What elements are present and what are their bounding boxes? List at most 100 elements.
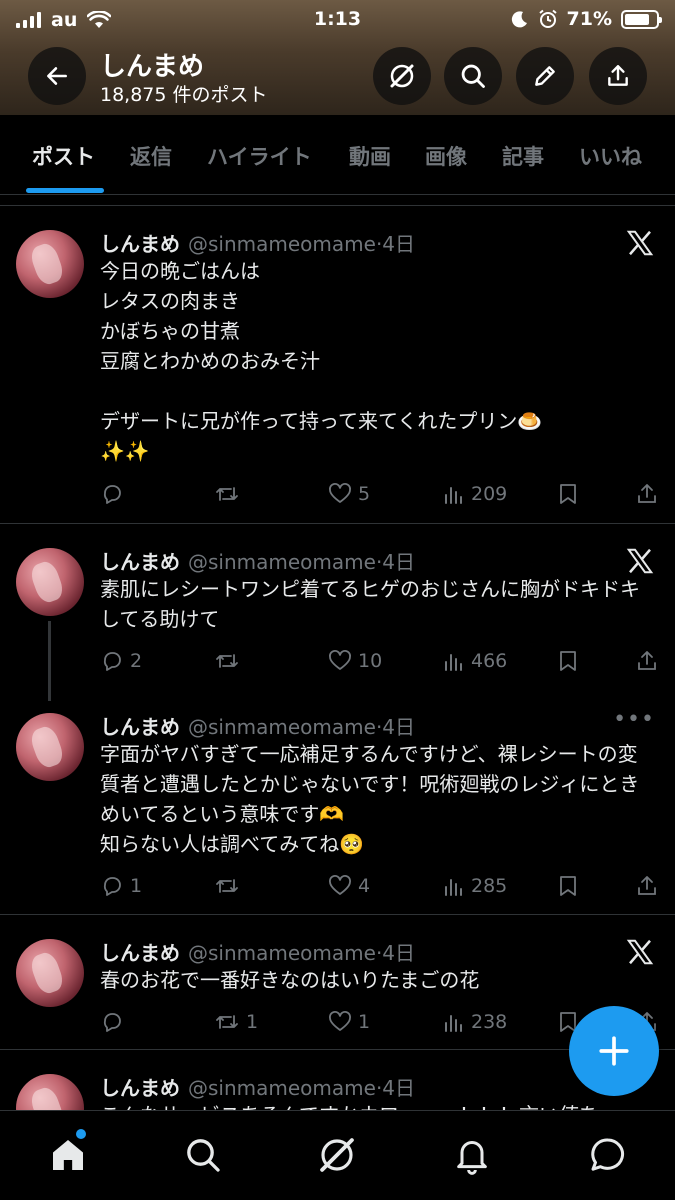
author-handle[interactable]: @sinmameomame (188, 941, 376, 965)
search-button[interactable] (444, 47, 502, 105)
reply-icon (103, 652, 121, 671)
author-handle[interactable]: @sinmameomame (188, 1076, 376, 1100)
compose-button[interactable] (569, 1006, 659, 1096)
author-handle[interactable]: @sinmameomame (188, 715, 376, 739)
views-icon (445, 487, 462, 504)
reply-count: 1 (130, 875, 143, 897)
like-button[interactable]: 1 (328, 1007, 370, 1037)
post-count: 18,875 件のポスト (100, 84, 268, 106)
repost-button[interactable]: 1 (214, 1007, 258, 1037)
views-button[interactable]: 209 (443, 479, 507, 509)
edit-profile-button[interactable] (516, 47, 574, 105)
post-text: こんなサービスあるんですかウワーーー！！！言い値を (100, 1100, 660, 1110)
message-icon (591, 1138, 625, 1171)
author-name[interactable]: しんまめ (100, 715, 180, 739)
post-actions: 1 4 285 (0, 871, 675, 901)
author-name[interactable]: しんまめ (100, 232, 180, 256)
profile-header: au 1:13 71% しんまめ 18,875 件のポスト (0, 0, 675, 115)
post-text: 素肌にレシートワンピ着てるヒゲのおじさんに胸がドキドキしてる助けて (100, 577, 640, 631)
share-icon (638, 651, 656, 670)
avatar[interactable] (16, 713, 84, 781)
like-button[interactable]: 5 (328, 479, 370, 509)
avatar[interactable] (16, 230, 84, 298)
avatar[interactable] (16, 1074, 84, 1110)
bottom-navigation (0, 1110, 675, 1200)
post-time: ·4日 (375, 232, 416, 256)
like-count: 10 (358, 650, 383, 672)
nav-home[interactable] (46, 1133, 90, 1177)
x-logo-icon (626, 548, 654, 574)
share-profile-button[interactable] (589, 47, 647, 105)
nav-search[interactable] (181, 1133, 225, 1177)
heart-icon (329, 875, 351, 895)
reply-count: 2 (130, 650, 143, 672)
like-count: 5 (358, 483, 371, 505)
share-button[interactable] (636, 479, 658, 509)
pencil-icon (535, 66, 555, 86)
views-button[interactable]: 466 (443, 646, 507, 676)
more-options-icon[interactable]: ••• (613, 707, 655, 732)
post-header: しんまめ @sinmameomame·4日 (100, 546, 415, 575)
author-name[interactable]: しんまめ (100, 550, 180, 574)
share-button[interactable] (636, 646, 658, 676)
x-logo-icon (626, 230, 654, 256)
reply-button[interactable]: 2 (100, 646, 142, 676)
search-icon (187, 1139, 220, 1172)
repost-button[interactable] (214, 479, 246, 509)
bookmark-button[interactable] (557, 646, 579, 676)
like-button[interactable]: 4 (328, 871, 370, 901)
share-icon (638, 876, 656, 895)
reply-button[interactable] (100, 1007, 130, 1037)
avatar[interactable] (16, 939, 84, 1007)
repost-count: 1 (246, 1011, 259, 1033)
post-text: 字面がヤバすぎて一応補足するんですけど、裸レシートの変質者と遭遇したとかじゃない… (100, 742, 640, 856)
author-name[interactable]: しんまめ (100, 941, 180, 965)
author-handle[interactable]: @sinmameomame (188, 232, 376, 256)
battery-percent: 71% (566, 8, 612, 30)
author-name[interactable]: しんまめ (100, 1076, 180, 1100)
nav-messages[interactable] (586, 1133, 630, 1177)
tab-likes[interactable]: いいね (579, 141, 642, 171)
grok-button[interactable] (373, 47, 431, 105)
tab-posts[interactable]: ポスト (32, 141, 95, 171)
battery-icon (621, 9, 662, 29)
post[interactable]: しんまめ @sinmameomame·4日 ••• 字面がヤバすぎて一応補足するん… (0, 689, 675, 915)
repost-button[interactable] (214, 646, 246, 676)
views-button[interactable]: 285 (443, 871, 507, 901)
post[interactable]: しんまめ @sinmameomame·4日 素肌にレシートワンピ着てるヒゲのおじさ… (0, 524, 675, 701)
avatar[interactable] (16, 548, 84, 616)
tab-videos[interactable]: 動画 (349, 141, 391, 171)
tab-replies[interactable]: 返信 (130, 141, 172, 171)
repost-button[interactable] (214, 871, 246, 901)
bookmark-icon (560, 876, 576, 896)
post-text: 春のお花で一番好きなのはいりたまごの花 (100, 968, 480, 992)
nav-grok[interactable] (315, 1133, 359, 1177)
bookmark-button[interactable] (557, 479, 579, 509)
post-header: しんまめ @sinmameomame·4日 (100, 937, 415, 966)
repost-icon (216, 1015, 238, 1029)
post[interactable]: しんまめ @sinmameomame·4日 今日の晩ごはんは レタスの肉まき かぼ… (0, 206, 675, 524)
post-header: しんまめ @sinmameomame·4日 (100, 1072, 415, 1101)
nav-notifications[interactable] (450, 1133, 494, 1177)
post-feed: しんまめ @sinmameomame·4日 今日の晩ごはんは レタスの肉まき かぼ… (0, 205, 675, 1110)
tab-highlights[interactable]: ハイライト (207, 141, 312, 171)
back-button[interactable] (28, 47, 86, 105)
bookmark-button[interactable] (557, 871, 579, 901)
home-icon (53, 1140, 83, 1170)
views-button[interactable]: 238 (443, 1007, 507, 1037)
bookmark-icon (560, 651, 576, 671)
like-button[interactable]: 10 (328, 646, 382, 676)
tab-images[interactable]: 画像 (425, 141, 467, 171)
post-time: ·4日 (375, 1076, 416, 1100)
post-header: しんまめ @sinmameomame·4日 (100, 228, 415, 257)
tab-articles[interactable]: 記事 (502, 141, 544, 171)
views-icon (445, 1015, 462, 1032)
reply-button[interactable] (100, 479, 130, 509)
reply-button[interactable]: 1 (100, 871, 142, 901)
reply-icon (103, 1013, 121, 1032)
share-icon (608, 65, 628, 86)
share-button[interactable] (636, 871, 658, 901)
heart-icon (329, 1011, 351, 1031)
views-icon (445, 654, 462, 671)
author-handle[interactable]: @sinmameomame (188, 550, 376, 574)
